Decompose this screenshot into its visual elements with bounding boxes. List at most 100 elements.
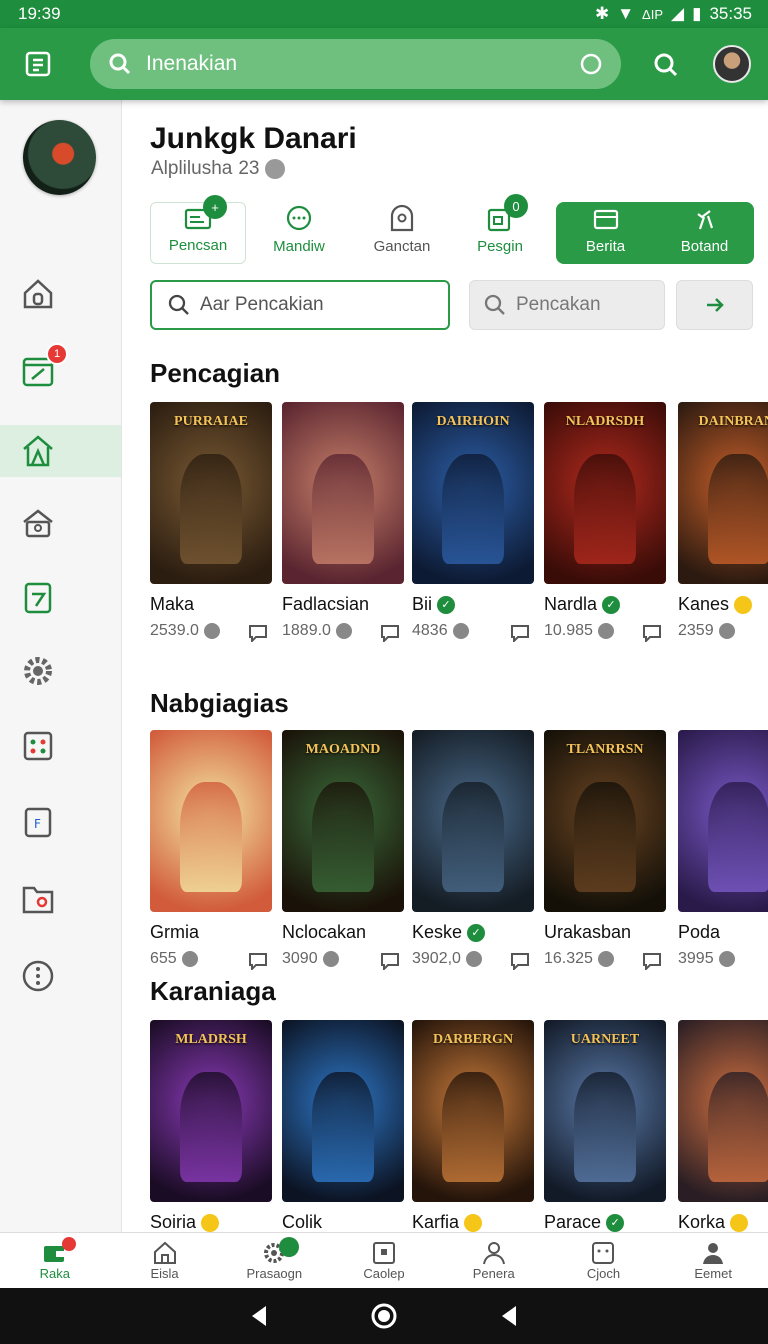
- recents-icon[interactable]: [498, 1304, 520, 1328]
- game-card[interactable]: UARNEETParace✓0922.0: [544, 1020, 666, 1232]
- secondary-search-input[interactable]: Pencakan: [469, 280, 665, 330]
- tab-pencsan[interactable]: + Pencsan: [150, 195, 246, 264]
- house-icon: [153, 1241, 176, 1264]
- game-card[interactable]: MAOADND Nclocakan 3090: [282, 730, 404, 980]
- game-card[interactable]: DARBERGNKarfia3969.0: [412, 1020, 534, 1232]
- game-cover-image[interactable]: DAIRHOIN: [412, 402, 534, 584]
- home-circle-icon[interactable]: [370, 1302, 398, 1330]
- game-card[interactable]: DAINBRANI Kanes 2359: [678, 402, 768, 652]
- game-card[interactable]: PURRAIAE Maka 2539.0: [150, 402, 272, 652]
- game-title-text: Karfia: [412, 1212, 460, 1232]
- game-cover-image[interactable]: [282, 402, 404, 584]
- comment-icon[interactable]: [380, 952, 400, 970]
- game-card[interactable]: Colik1969.0: [282, 1020, 404, 1232]
- comment-icon[interactable]: [380, 624, 400, 642]
- sidebar-item-calendar[interactable]: [0, 572, 121, 624]
- comment-icon[interactable]: [642, 624, 662, 642]
- user-avatar[interactable]: [713, 45, 751, 83]
- bottom-tab-penera[interactable]: Penera: [439, 1233, 549, 1288]
- game-card[interactable]: Fadlacsian 1889.0: [282, 402, 404, 652]
- game-card[interactable]: TLANRRSN Urakasban 16.325: [544, 730, 666, 980]
- bottom-tab-cjoch[interactable]: Cjoch: [549, 1233, 659, 1288]
- sidebar-item-file[interactable]: F: [0, 796, 121, 848]
- tab-pesgin[interactable]: 0 Pesgin: [458, 194, 542, 264]
- game-title: Fadlacsian: [282, 594, 369, 615]
- battery-icon: ▮: [692, 4, 702, 23]
- sidebar-item-home[interactable]: [0, 268, 121, 320]
- game-cover-image[interactable]: [412, 730, 534, 912]
- sidebar-avatar[interactable]: [23, 120, 96, 195]
- hero-figure: [312, 1072, 374, 1182]
- comment-icon[interactable]: [248, 952, 268, 970]
- game-cover-image[interactable]: MAOADND: [282, 730, 404, 912]
- tab-ganctan[interactable]: Ganctan: [360, 202, 444, 264]
- sidebar-item-settings[interactable]: [0, 645, 121, 697]
- tab-botand[interactable]: Botand: [655, 202, 754, 264]
- info-dot-icon: [597, 623, 614, 639]
- sidebar-item-apps[interactable]: [0, 720, 121, 772]
- menu-icon[interactable]: [24, 50, 52, 78]
- mic-circle-icon[interactable]: [579, 52, 603, 76]
- tab-berita[interactable]: Berita: [556, 202, 655, 264]
- game-cover-image[interactable]: [678, 1020, 768, 1202]
- info-dot-icon: [452, 623, 469, 639]
- game-cover-image[interactable]: TLANRRSN: [544, 730, 666, 912]
- search-button-icon[interactable]: [653, 52, 679, 78]
- game-card[interactable]: Keske ✓ 3902,0: [412, 730, 534, 980]
- comment-icon[interactable]: [510, 624, 530, 642]
- status-time: 19:39: [18, 4, 61, 23]
- game-title: Soiria: [150, 1212, 220, 1232]
- game-card[interactable]: MLADRSHSoiria1989.0: [150, 1020, 272, 1232]
- game-cover-image[interactable]: DAINBRANI: [678, 402, 768, 584]
- notification-badge: 1: [46, 343, 68, 365]
- bottom-tab-eemet[interactable]: Eemet: [658, 1233, 768, 1288]
- game-cover-image[interactable]: MLADRSH: [150, 1020, 272, 1202]
- game-card[interactable]: Korka1809.0: [678, 1020, 768, 1232]
- game-logo: TLANRRSN: [566, 742, 644, 757]
- game-count: 3090: [282, 950, 339, 968]
- sidebar-item-more[interactable]: [0, 950, 121, 1002]
- game-card[interactable]: DAIRHOIN Bii ✓ 4836: [412, 402, 534, 652]
- game-title: Colik: [282, 1212, 322, 1232]
- hero-figure: [442, 782, 504, 892]
- main-content: Junkgk Danari Alplilusha 23 + Pencsan Ma…: [122, 100, 768, 1232]
- bottom-tab-eisla[interactable]: Eisla: [110, 1233, 220, 1288]
- game-row: MLADRSHSoiria1989.0Colik1969.0DARBERGNKa…: [150, 1020, 768, 1232]
- back-icon[interactable]: [248, 1304, 270, 1328]
- search-input[interactable]: Aar Pencakian: [150, 280, 450, 330]
- top-search-bar[interactable]: Inenakian: [90, 39, 621, 89]
- game-cover-image[interactable]: [150, 730, 272, 912]
- bottom-tab-raka[interactable]: Raka: [0, 1233, 110, 1288]
- hero-figure: [574, 782, 636, 892]
- game-logo: MAOADND: [305, 742, 381, 757]
- game-cover-image[interactable]: DARBERGN: [412, 1020, 534, 1202]
- game-title-text: Keske: [412, 922, 463, 942]
- sidebar-item-folder[interactable]: [0, 872, 121, 924]
- game-title-text: Poda: [678, 922, 721, 942]
- game-cover-image[interactable]: PURRAIAE: [150, 402, 272, 584]
- game-card[interactable]: Poda 3995: [678, 730, 768, 980]
- tab-mandiw[interactable]: Mandiw: [258, 202, 340, 264]
- sidebar-item-store[interactable]: [0, 498, 121, 550]
- game-cover-image[interactable]: [678, 730, 768, 912]
- file-icon: F: [24, 807, 52, 838]
- go-button[interactable]: [676, 280, 753, 330]
- comment-icon[interactable]: [248, 624, 268, 642]
- comment-icon[interactable]: [510, 952, 530, 970]
- bottom-tab-prasaogn[interactable]: Prasaogn: [219, 1233, 329, 1288]
- game-card[interactable]: NLADRSDH Nardla ✓ 10.985: [544, 402, 666, 652]
- game-count: 2539.0: [150, 622, 220, 640]
- game-card[interactable]: Grmia 655: [150, 730, 272, 980]
- arrow-right-icon: [706, 298, 724, 312]
- sidebar-item-notes[interactable]: 1: [0, 343, 121, 397]
- comment-icon[interactable]: [642, 952, 662, 970]
- info-dot-icon: [335, 623, 352, 639]
- game-cover-image[interactable]: NLADRSDH: [544, 402, 666, 584]
- game-cover-image[interactable]: [282, 1020, 404, 1202]
- hero-figure: [312, 454, 374, 564]
- section-title: Pencagian: [150, 358, 281, 388]
- bottom-tab-caolep[interactable]: Caolep: [329, 1233, 439, 1288]
- game-cover-image[interactable]: UARNEET: [544, 1020, 666, 1202]
- sidebar-item-house[interactable]: [0, 425, 121, 477]
- status-text: ΔΙΡ: [642, 6, 664, 22]
